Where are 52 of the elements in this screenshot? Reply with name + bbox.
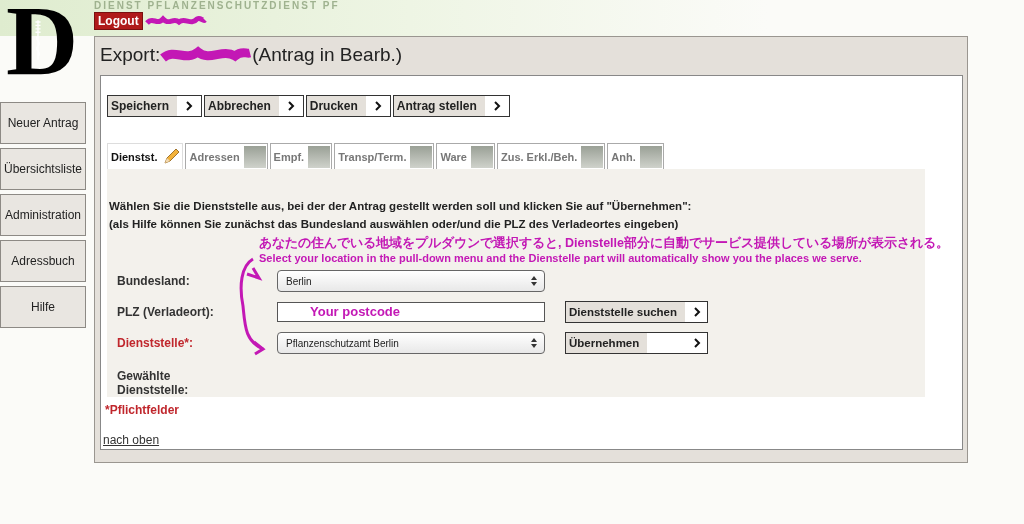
- instruction-text: Wählen Sie die Dienststelle aus, bei der der Antrag gestellt werden soll und klicken Sie auf "Übernehmen":: [109, 199, 693, 214]
- panel-status: (Antrag in Bearb.): [252, 44, 403, 66]
- status-square-icon: [410, 145, 433, 168]
- updown-icon: [530, 275, 538, 287]
- tab[interactable]: Transp/Term.: [334, 143, 435, 169]
- chevron-icon: [373, 101, 382, 111]
- chevron-icon: [185, 101, 194, 111]
- tab[interactable]: Ware: [436, 143, 495, 169]
- state-dropdown[interactable]: Berlin: [277, 270, 545, 292]
- sidebar-item[interactable]: Administration: [0, 194, 86, 236]
- logo: D: [6, 2, 78, 80]
- updown-icon: [530, 337, 538, 349]
- logout-button[interactable]: Logout: [94, 12, 143, 30]
- chevron-icon: [693, 307, 701, 317]
- office-dropdown[interactable]: Pflanzenschutzamt Berlin: [277, 332, 545, 354]
- status-square-icon: [470, 145, 493, 168]
- toolbar-button[interactable]: Antrag stellen: [392, 95, 510, 117]
- field-label: Gewählte Dienststelle:: [117, 369, 190, 397]
- panel-title: Export:: [100, 44, 161, 66]
- redaction-scribble: [144, 14, 207, 28]
- status-square-icon: [581, 145, 604, 168]
- chevron-icon: [286, 101, 295, 111]
- chevron-icon: [492, 101, 501, 111]
- status-square-icon: [639, 145, 662, 168]
- tab[interactable]: Zus. Erkl./Beh.: [496, 143, 606, 169]
- postcode-field[interactable]: Your postcode: [277, 302, 545, 322]
- header-pattern-text: DIENST PFLANZENSCHUTZDIENST PF: [94, 0, 340, 12]
- chevron-icon: [693, 338, 701, 348]
- search-office-button[interactable]: Dienststelle suchen: [565, 301, 708, 323]
- field-label: PLZ (Verladeort):: [117, 305, 215, 319]
- sidebar-item[interactable]: Adressbuch: [0, 240, 86, 282]
- tab[interactable]: Adressen: [185, 143, 268, 169]
- pencil-icon: [161, 146, 182, 167]
- sidebar-item[interactable]: Hilfe: [0, 286, 86, 328]
- apply-button[interactable]: Übernehmen: [565, 332, 708, 354]
- sidebar-item[interactable]: Neuer Antrag: [0, 102, 86, 144]
- tab[interactable]: Anh.: [607, 143, 664, 169]
- toolbar-button[interactable]: Drucken: [305, 95, 391, 117]
- required-note: *Pflichtfelder: [105, 403, 180, 417]
- annotation-text: Select your location in the pull-down menu and the Dienstelle part will automatically show you the places we serve.: [259, 252, 863, 264]
- field-label: Dienststelle*:: [117, 336, 195, 350]
- sidebar-item[interactable]: Übersichtsliste: [0, 148, 86, 190]
- field-label: Bundesland:: [117, 274, 191, 288]
- annotation-text: あなたの住んでいる地域をプルダウンで選択すると, Dienstelle部分に自動でサービス提供している場所が表示される。: [259, 235, 949, 252]
- tab[interactable]: Empf.: [269, 143, 333, 169]
- status-square-icon: [308, 145, 331, 168]
- tab[interactable]: Dienstst.: [107, 143, 184, 169]
- status-square-icon: [243, 145, 266, 168]
- toolbar-button[interactable]: Speichern: [107, 95, 203, 117]
- back-to-top-link[interactable]: nach oben: [103, 433, 160, 447]
- toolbar-button[interactable]: Abbrechen: [204, 95, 304, 117]
- instruction-text: (als Hilfe können Sie zunächst das Bundesland auswählen oder/und die PLZ des Verladeortes eingeben): [109, 217, 680, 232]
